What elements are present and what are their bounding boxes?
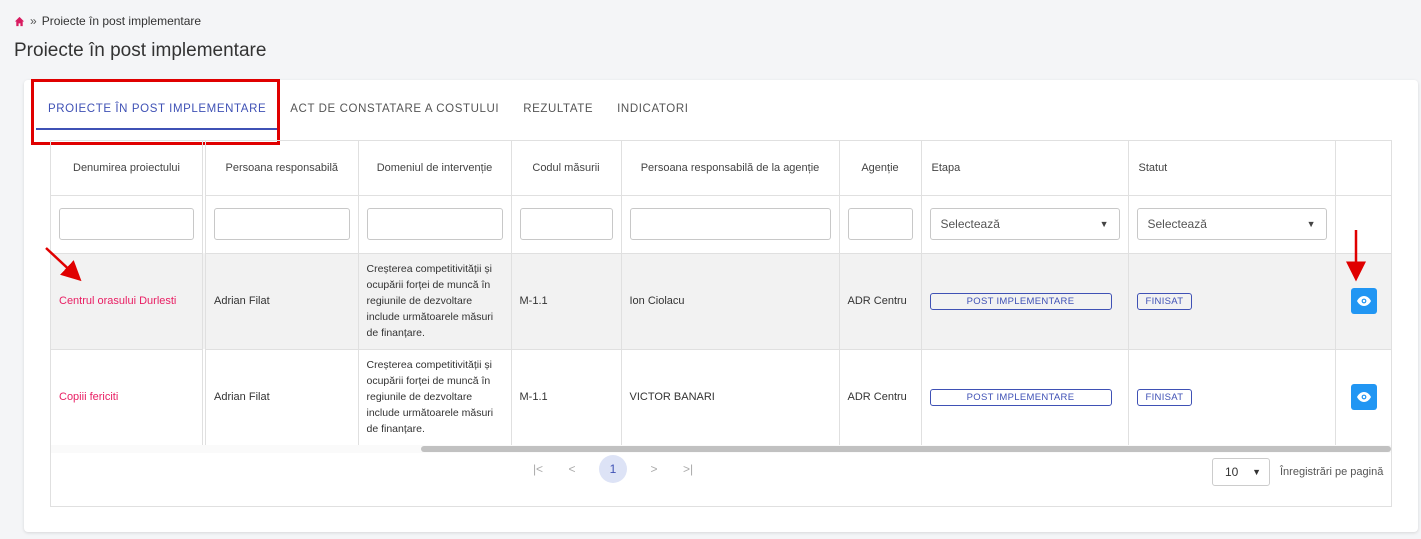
annotation-arrow-left <box>45 230 1366 282</box>
